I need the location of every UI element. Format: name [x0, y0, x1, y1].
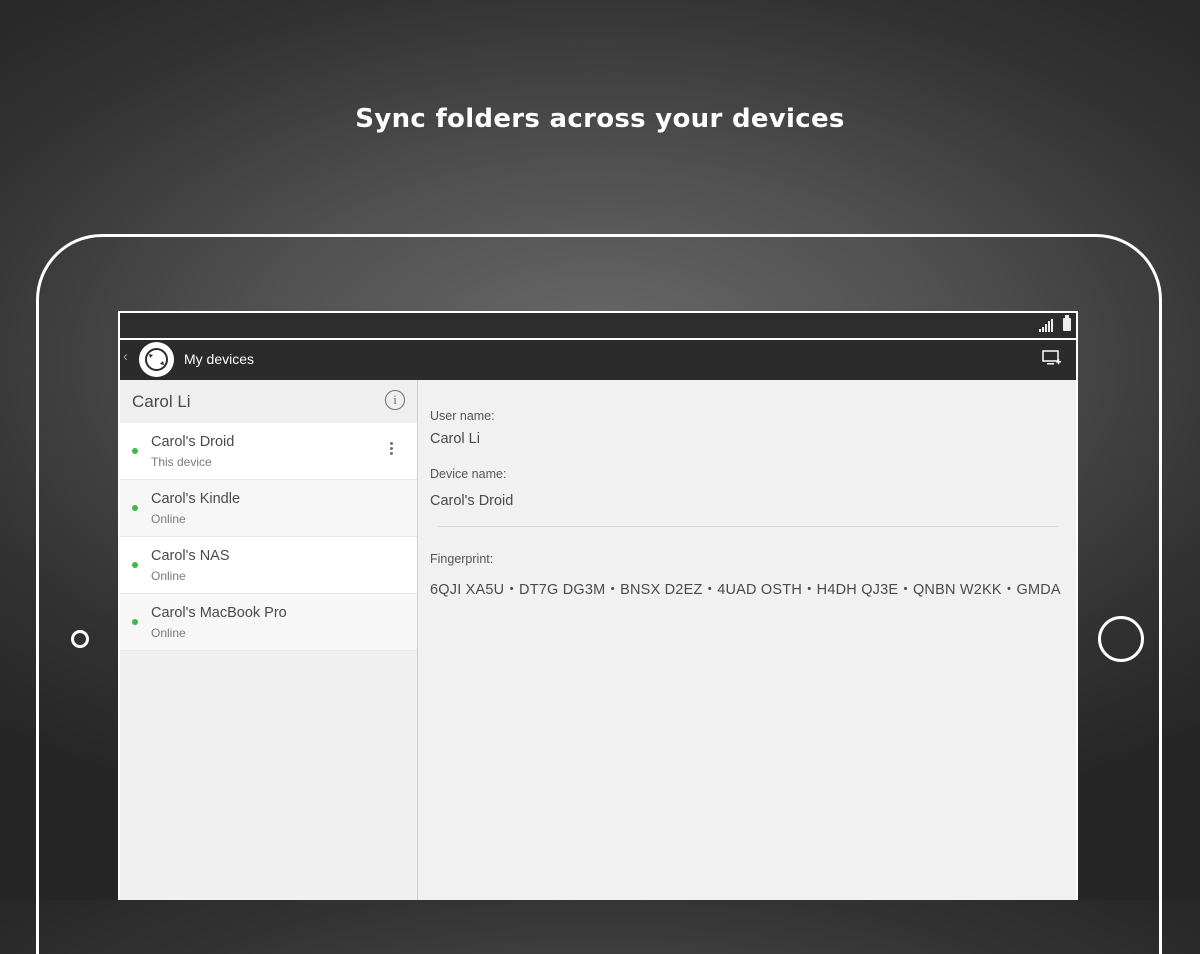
add-device-icon[interactable]: [1042, 350, 1062, 368]
signal-icon: [1039, 319, 1053, 332]
headline: Sync folders across your devices: [355, 104, 845, 134]
online-status-dot: [132, 619, 138, 625]
fingerprint-value: 6QJI XA5U・DT7G DG3M・BNSX D2EZ・4UAD OSTH・…: [430, 582, 1061, 598]
device-screen: ‹ My devices Carol Li i Carol's Droid Th…: [118, 311, 1078, 900]
page-title: My devices: [184, 351, 255, 367]
device-status: Online: [151, 512, 186, 526]
device-status: This device: [151, 455, 212, 469]
user-header: Carol Li i: [120, 380, 417, 423]
status-bar: [120, 313, 1076, 340]
device-item[interactable]: Carol's Droid This device: [120, 423, 417, 480]
device-name: Carol's MacBook Pro: [151, 605, 287, 621]
device-status: Online: [151, 569, 186, 583]
online-status-dot: [132, 505, 138, 511]
camera-icon: [71, 630, 89, 648]
overflow-menu-icon[interactable]: [390, 442, 394, 457]
device-name: Carol's Kindle: [151, 491, 241, 507]
user-name: Carol Li: [132, 392, 191, 411]
online-status-dot: [132, 448, 138, 454]
info-icon[interactable]: i: [385, 390, 405, 410]
user-name-value: Carol Li: [430, 431, 480, 447]
device-list-pane: Carol Li i Carol's Droid This device Car…: [120, 380, 418, 900]
device-item[interactable]: Carol's MacBook Pro Online: [120, 594, 417, 651]
divider: [438, 526, 1058, 527]
user-name-label: User name:: [430, 409, 495, 423]
device-name-value: Carol's Droid: [430, 493, 514, 509]
battery-icon: [1063, 315, 1071, 331]
device-name-label: Device name:: [430, 467, 507, 481]
device-name: Carol's NAS: [151, 548, 230, 564]
fingerprint-label: Fingerprint:: [430, 552, 494, 566]
sync-logo-icon[interactable]: [139, 342, 174, 377]
device-name: Carol's Droid: [151, 434, 235, 450]
home-button: [1098, 616, 1144, 662]
online-status-dot: [132, 562, 138, 568]
chevron-left-icon[interactable]: ‹: [123, 348, 128, 365]
device-item[interactable]: Carol's NAS Online: [120, 537, 417, 594]
action-bar: ‹ My devices: [120, 340, 1076, 380]
device-item[interactable]: Carol's Kindle Online: [120, 480, 417, 537]
device-status: Online: [151, 626, 186, 640]
device-details-pane: User name: Carol Li Device name: Carol's…: [418, 380, 1076, 900]
